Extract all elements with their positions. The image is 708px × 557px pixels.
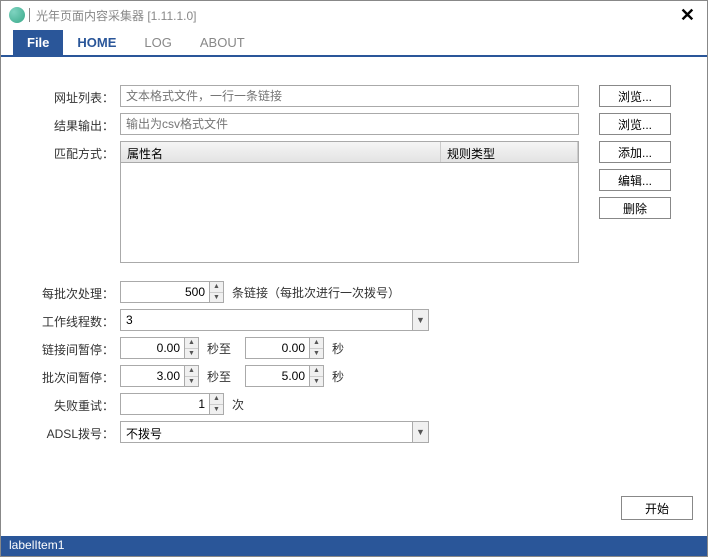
batch-pause-from-stepper[interactable]: ▲▼: [185, 365, 199, 387]
menu-file[interactable]: File: [13, 30, 63, 55]
cursor-indicator: [29, 8, 30, 22]
threads-select[interactable]: 3 ▼: [120, 309, 429, 331]
retry-input[interactable]: [120, 393, 210, 415]
grid-col-attr[interactable]: 属性名: [121, 142, 441, 162]
chevron-down-icon[interactable]: ▼: [412, 422, 428, 442]
batch-input[interactable]: [120, 281, 210, 303]
batch-pause-from-input[interactable]: [120, 365, 185, 387]
adsl-label: ADSL拨号：: [15, 421, 120, 442]
status-text: labelItem1: [9, 538, 64, 552]
output-input[interactable]: [120, 113, 579, 135]
retry-stepper[interactable]: ▲▼: [210, 393, 224, 415]
batch-suffix: 条链接（每批次进行一次拨号）: [232, 281, 400, 301]
link-pause-to-input[interactable]: [245, 337, 310, 359]
batch-stepper[interactable]: ▲▼: [210, 281, 224, 303]
adsl-value: 不拨号: [121, 422, 412, 442]
link-pause-to-stepper[interactable]: ▲▼: [310, 337, 324, 359]
sec-to-2: 秒至: [207, 365, 231, 385]
url-list-input[interactable]: [120, 85, 579, 107]
window-title: 光年页面内容采集器 [1.11.1.0]: [36, 7, 196, 24]
grid-col-type[interactable]: 规则类型: [441, 142, 578, 162]
edit-button[interactable]: 编辑...: [599, 169, 671, 191]
batch-pause-label: 批次间暂停：: [15, 365, 120, 386]
menu-log[interactable]: LOG: [130, 30, 185, 55]
url-list-label: 网址列表：: [15, 85, 120, 106]
output-label: 结果输出：: [15, 113, 120, 134]
link-pause-label: 链接间暂停：: [15, 337, 120, 358]
batch-pause-to-stepper[interactable]: ▲▼: [310, 365, 324, 387]
sec-2: 秒: [332, 365, 344, 385]
batch-pause-to-input[interactable]: [245, 365, 310, 387]
browse-output-button[interactable]: 浏览...: [599, 113, 671, 135]
match-grid[interactable]: 属性名 规则类型: [120, 141, 579, 263]
start-button[interactable]: 开始: [621, 496, 693, 520]
retry-label: 失败重试：: [15, 393, 120, 414]
add-button[interactable]: 添加...: [599, 141, 671, 163]
match-label: 匹配方式：: [15, 141, 120, 162]
link-pause-from-stepper[interactable]: ▲▼: [185, 337, 199, 359]
link-pause-from-input[interactable]: [120, 337, 185, 359]
close-icon[interactable]: ✕: [676, 5, 699, 26]
browse-url-button[interactable]: 浏览...: [599, 85, 671, 107]
chevron-down-icon[interactable]: ▼: [412, 310, 428, 330]
batch-label: 每批次处理：: [15, 281, 120, 302]
threads-label: 工作线程数：: [15, 309, 120, 330]
delete-button[interactable]: 删除: [599, 197, 671, 219]
threads-value: 3: [121, 310, 412, 330]
menubar: File HOME LOG ABOUT: [1, 29, 707, 57]
times-suffix: 次: [232, 393, 244, 413]
status-bar: labelItem1: [1, 536, 707, 556]
adsl-select[interactable]: 不拨号 ▼: [120, 421, 429, 443]
menu-about[interactable]: ABOUT: [186, 30, 259, 55]
app-icon: [9, 7, 25, 23]
sec-to-1: 秒至: [207, 337, 231, 357]
sec-1: 秒: [332, 337, 344, 357]
menu-home[interactable]: HOME: [63, 30, 130, 55]
